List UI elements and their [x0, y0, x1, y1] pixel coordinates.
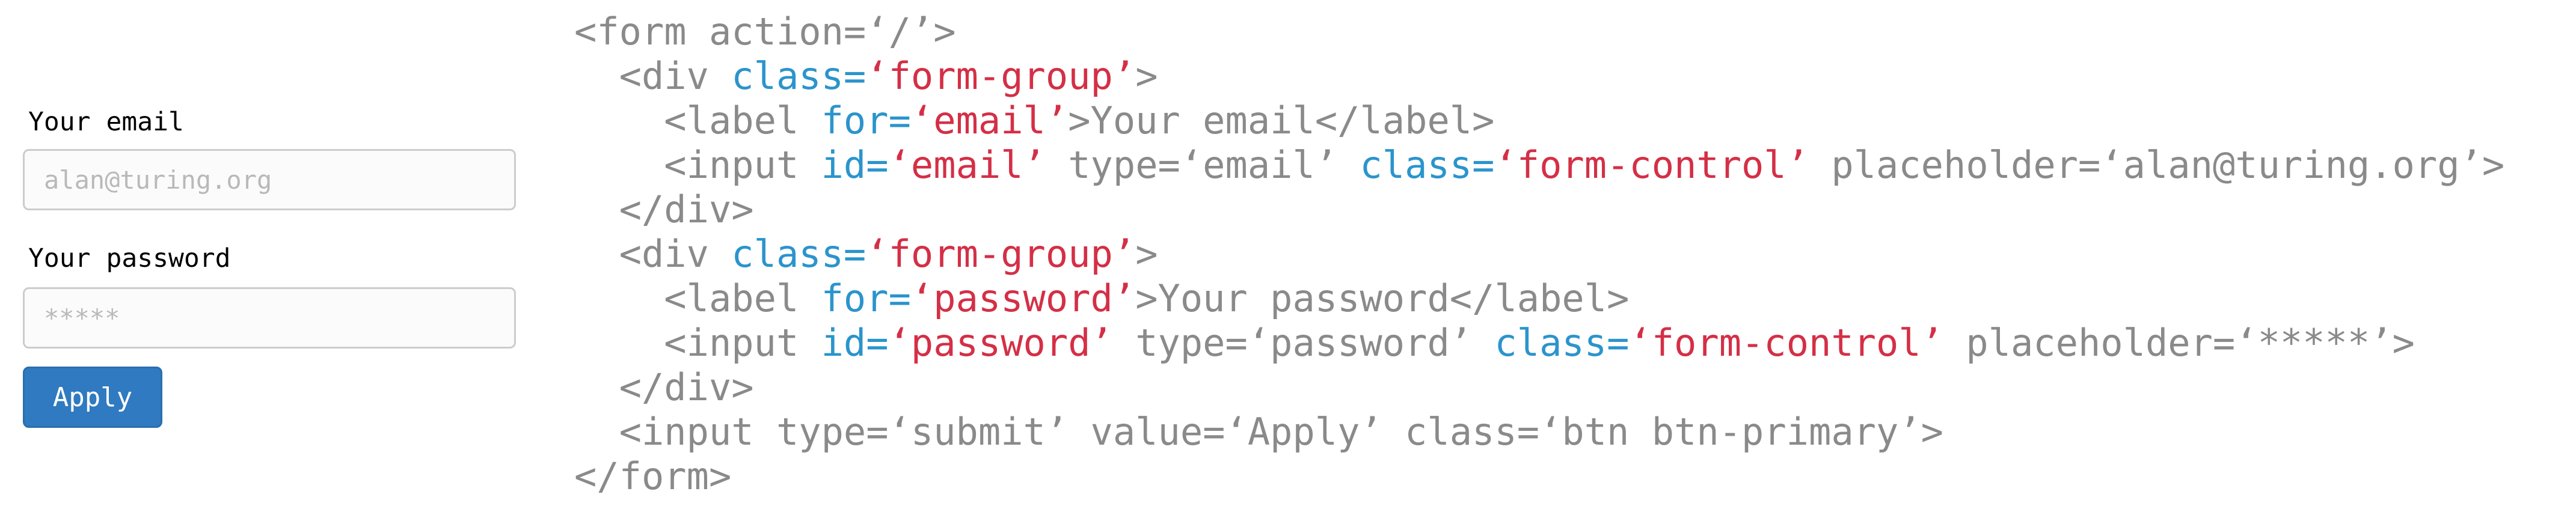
- code-line: </div>: [574, 365, 2571, 410]
- code-attribute: class=: [731, 232, 866, 276]
- email-input[interactable]: [23, 149, 516, 210]
- code-line: </div>: [574, 187, 2571, 232]
- code-text: <input: [574, 143, 821, 187]
- code-text: <div: [574, 232, 732, 276]
- code-text: >: [1135, 54, 1158, 98]
- code-text: <input: [574, 321, 821, 365]
- code-value: ‘form-group’: [866, 54, 1136, 98]
- code-text: <label: [574, 276, 821, 320]
- password-label: Your password: [28, 243, 231, 273]
- code-attribute: id=: [821, 143, 889, 187]
- code-text: </form>: [574, 454, 732, 498]
- code-attribute: for=: [821, 276, 911, 320]
- password-input[interactable]: [23, 287, 516, 349]
- code-line: <form action=‘/’>: [574, 10, 2571, 54]
- email-label: Your email: [28, 107, 184, 137]
- code-attribute: class=: [731, 54, 866, 98]
- apply-button[interactable]: Apply: [23, 367, 162, 428]
- code-line: </form>: [574, 454, 2571, 499]
- code-line: <input id=‘email’ type=‘email’ class=‘fo…: [574, 143, 2571, 187]
- source-code-listing: <form action=‘/’> <div class=‘form-group…: [574, 10, 2571, 502]
- code-text: </div>: [574, 365, 754, 409]
- code-text: placeholder=‘*****’>: [1943, 321, 2415, 365]
- code-text: <input type=‘submit’ value=‘Apply’ class…: [574, 410, 1943, 454]
- code-attribute: for=: [821, 99, 911, 142]
- code-text: >Your email</label>: [1068, 99, 1495, 142]
- code-attribute: class=: [1360, 143, 1495, 187]
- code-text: <div: [574, 54, 732, 98]
- code-text: type=‘email’: [1045, 143, 1360, 187]
- code-value: ‘form-control’: [1494, 143, 1809, 187]
- code-attribute: id=: [821, 321, 889, 365]
- code-line: <div class=‘form-group’>: [574, 54, 2571, 99]
- code-value: ‘email’: [888, 143, 1046, 187]
- code-line: <input type=‘submit’ value=‘Apply’ class…: [574, 410, 2571, 454]
- code-text: >: [1135, 232, 1158, 276]
- code-text: placeholder=‘alan@turing.org’>: [1809, 143, 2505, 187]
- code-text: </div>: [574, 187, 754, 231]
- code-value: ‘form-group’: [866, 232, 1136, 276]
- code-value: ‘password’: [888, 321, 1113, 365]
- code-line: <label for=‘email’>Your email</label>: [574, 99, 2571, 143]
- code-text: <form action=‘/’>: [574, 10, 956, 53]
- code-text: type=‘password’: [1112, 321, 1495, 365]
- code-line: <label for=‘password’>Your password</lab…: [574, 276, 2571, 321]
- code-attribute: class=: [1494, 321, 1630, 365]
- code-text: >Your password</label>: [1135, 276, 1630, 320]
- code-text: <label: [574, 99, 821, 142]
- code-value: ‘form-control’: [1629, 321, 1943, 365]
- code-line: <div class=‘form-group’>: [574, 232, 2571, 276]
- rendered-form: Your email Your password Apply: [0, 0, 541, 524]
- code-line: <input id=‘password’ type=‘password’ cla…: [574, 321, 2571, 365]
- code-value: ‘email’: [910, 99, 1069, 142]
- code-value: ‘password’: [910, 276, 1136, 320]
